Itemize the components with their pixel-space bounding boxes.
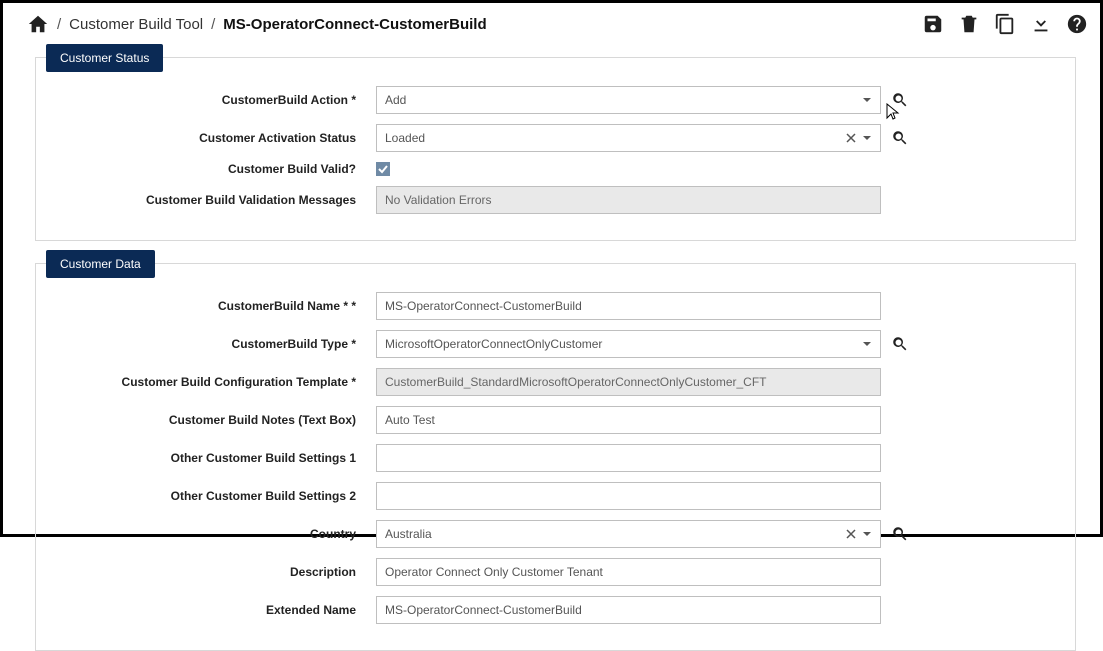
valid-label: Customer Build Valid? <box>36 162 376 176</box>
other2-input[interactable] <box>376 482 881 510</box>
home-icon[interactable] <box>27 13 49 35</box>
description-label: Description <box>36 565 376 579</box>
breadcrumb-current: MS-OperatorConnect-CustomerBuild <box>223 16 486 33</box>
activation-value: Loaded <box>385 131 840 145</box>
country-label: Country <box>36 527 376 541</box>
copy-icon[interactable] <box>994 13 1016 35</box>
valid-checkbox[interactable] <box>376 162 390 176</box>
breadcrumb-separator: / <box>57 16 61 33</box>
validation-msg-field: No Validation Errors <box>376 186 881 214</box>
extname-value: MS-OperatorConnect-CustomerBuild <box>385 603 872 617</box>
template-input: CustomerBuild_StandardMicrosoftOperatorC… <box>376 368 881 396</box>
other2-label: Other Customer Build Settings 2 <box>36 489 376 503</box>
type-value: MicrosoftOperatorConnectOnlyCustomer <box>385 337 856 351</box>
country-value: Australia <box>385 527 840 541</box>
action-label: CustomerBuild Action * <box>36 93 376 107</box>
breadcrumb: / Customer Build Tool / MS-OperatorConne… <box>27 13 487 35</box>
template-value: CustomerBuild_StandardMicrosoftOperatorC… <box>385 375 872 389</box>
other1-input[interactable] <box>376 444 881 472</box>
template-label: Customer Build Configuration Template * <box>36 375 376 389</box>
customer-data-header: Customer Data <box>46 250 155 278</box>
type-select[interactable]: MicrosoftOperatorConnectOnlyCustomer <box>376 330 881 358</box>
name-label: CustomerBuild Name * * <box>36 299 376 313</box>
delete-icon[interactable] <box>958 13 980 35</box>
name-value: MS-OperatorConnect-CustomerBuild <box>385 299 872 313</box>
activation-label: Customer Activation Status <box>36 131 376 145</box>
chevron-down-icon[interactable] <box>862 339 872 349</box>
country-select[interactable]: Australia <box>376 520 881 548</box>
notes-label: Customer Build Notes (Text Box) <box>36 413 376 427</box>
header-actions <box>922 13 1088 35</box>
type-label: CustomerBuild Type * <box>36 337 376 351</box>
breadcrumb-separator: / <box>211 16 215 33</box>
download-icon[interactable] <box>1030 13 1052 35</box>
clear-icon[interactable] <box>846 529 856 539</box>
save-icon[interactable] <box>922 13 944 35</box>
search-icon[interactable] <box>891 335 909 353</box>
description-value: Operator Connect Only Customer Tenant <box>385 565 872 579</box>
breadcrumb-tool[interactable]: Customer Build Tool <box>69 16 203 33</box>
search-icon[interactable] <box>891 129 909 147</box>
chevron-down-icon[interactable] <box>862 133 872 143</box>
customer-status-header: Customer Status <box>46 44 163 72</box>
clear-icon[interactable] <box>846 133 856 143</box>
customer-data-panel: Customer Data CustomerBuild Name * * MS-… <box>35 263 1076 651</box>
customer-status-panel: Customer Status CustomerBuild Action * A… <box>35 57 1076 241</box>
search-icon[interactable] <box>891 525 909 543</box>
notes-input[interactable]: Auto Test <box>376 406 881 434</box>
content: Customer Status CustomerBuild Action * A… <box>3 47 1100 651</box>
activation-select[interactable]: Loaded <box>376 124 881 152</box>
action-select[interactable]: Add <box>376 86 881 114</box>
action-value: Add <box>385 93 856 107</box>
header: / Customer Build Tool / MS-OperatorConne… <box>3 3 1100 47</box>
other1-label: Other Customer Build Settings 1 <box>36 451 376 465</box>
notes-value: Auto Test <box>385 413 872 427</box>
extname-input[interactable]: MS-OperatorConnect-CustomerBuild <box>376 596 881 624</box>
chevron-down-icon[interactable] <box>862 529 872 539</box>
validation-msg-value: No Validation Errors <box>385 193 872 207</box>
chevron-down-icon[interactable] <box>862 95 872 105</box>
description-input[interactable]: Operator Connect Only Customer Tenant <box>376 558 881 586</box>
extname-label: Extended Name <box>36 603 376 617</box>
help-icon[interactable] <box>1066 13 1088 35</box>
search-icon[interactable] <box>891 91 909 109</box>
validation-msg-label: Customer Build Validation Messages <box>36 193 376 207</box>
name-input[interactable]: MS-OperatorConnect-CustomerBuild <box>376 292 881 320</box>
